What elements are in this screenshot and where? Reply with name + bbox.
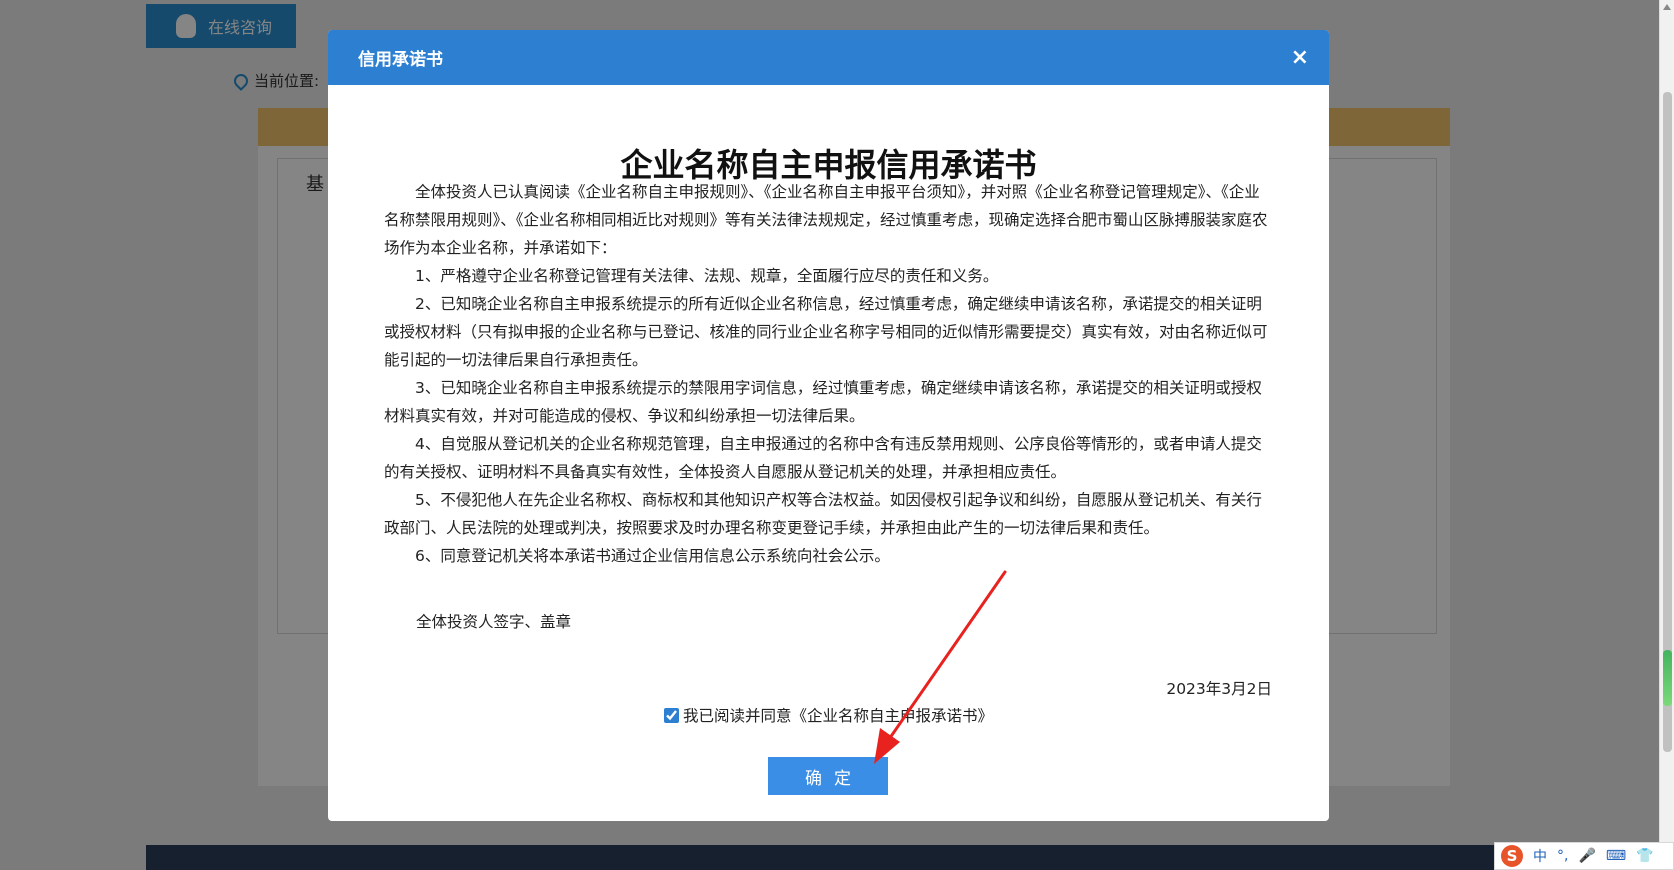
agree-row[interactable]: 我已阅读并同意《企业名称自主申报承诺书》 <box>328 704 1329 726</box>
page-scrollbar[interactable] <box>1659 0 1674 870</box>
scroll-accent <box>1663 650 1672 706</box>
paragraph-item-4: 4、自觉服从登记机关的企业名称规范管理，自主申报通过的名称中含有违反禁用规则、公… <box>384 435 1262 481</box>
skin-icon[interactable]: 👕 <box>1636 848 1653 864</box>
paragraph-item-5: 5、不侵犯他人在先企业名称权、商标权和其他知识产权等合法权益。如因侵权引起争议和… <box>384 491 1262 537</box>
agree-checkbox[interactable] <box>663 707 679 723</box>
keyboard-icon[interactable]: ⌨ <box>1606 848 1626 864</box>
paragraph-item-2: 2、已知晓企业名称自主申报系统提示的所有近似企业名称信息，经过慎重考虑，确定继续… <box>384 295 1268 369</box>
signature-line: 全体投资人签字、盖章 <box>416 613 572 631</box>
scroll-up-arrow-icon[interactable] <box>1663 4 1671 10</box>
sogou-logo-icon[interactable]: S <box>1501 845 1523 867</box>
dialog-title: 信用承诺书 <box>358 50 443 70</box>
confirm-button[interactable]: 确定 <box>768 757 888 795</box>
agree-label[interactable]: 我已阅读并同意《企业名称自主申报承诺书》 <box>683 704 993 726</box>
paragraph-intro: 全体投资人已认真阅读《企业名称自主申报规则》、《企业名称自主申报平台须知》，并对… <box>384 183 1268 257</box>
document-date: 2023年3月2日 <box>1166 680 1272 698</box>
close-icon[interactable]: × <box>1291 46 1309 69</box>
dialog-header: 信用承诺书 × <box>328 30 1329 85</box>
paragraph-item-1: 1、严格遵守企业名称登记管理有关法律、法规、规章，全面履行应尽的责任和义务。 <box>415 267 999 285</box>
ime-punct-label[interactable]: °, <box>1557 848 1568 864</box>
document-body: 全体投资人已认真阅读《企业名称自主申报规则》、《企业名称自主申报平台须知》，并对… <box>384 178 1274 570</box>
ime-toolbar[interactable]: S 中 °, 🎤 ⌨ 👕 <box>1494 842 1674 870</box>
credit-commitment-dialog: 信用承诺书 × 企业名称自主申报信用承诺书 全体投资人已认真阅读《企业名称自主申… <box>328 30 1329 821</box>
paragraph-item-6: 6、同意登记机关将本承诺书通过企业信用信息公示系统向社会公示。 <box>415 547 890 565</box>
paragraph-item-3: 3、已知晓企业名称自主申报系统提示的禁限用字词信息，经过慎重考虑，确定继续申请该… <box>384 379 1262 425</box>
ime-mode-label[interactable]: 中 <box>1533 846 1547 866</box>
microphone-icon[interactable]: 🎤 <box>1578 848 1595 864</box>
